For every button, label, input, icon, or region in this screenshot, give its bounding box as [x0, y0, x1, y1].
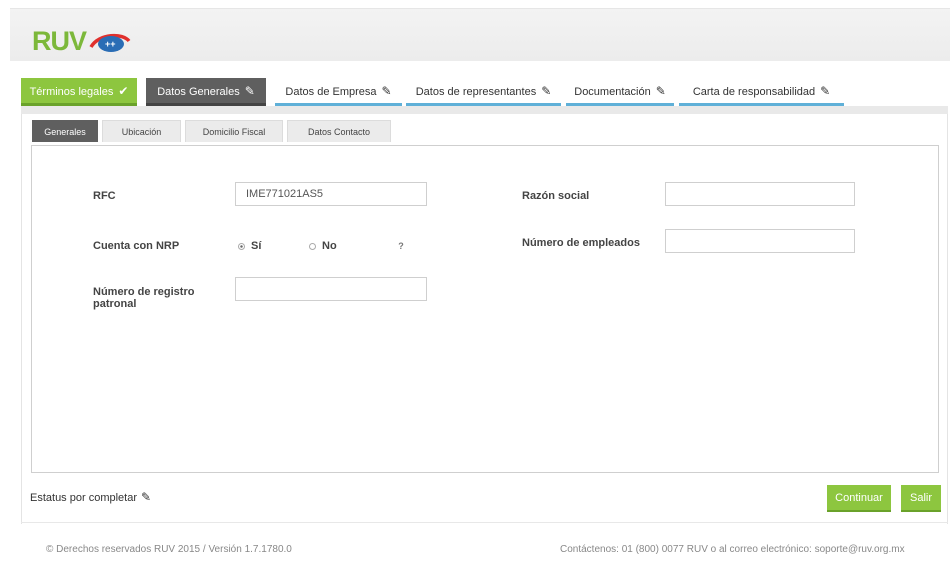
header-bar: RUV ++: [10, 8, 950, 61]
empleados-input[interactable]: [665, 229, 855, 253]
tab-label: Datos de Empresa: [285, 86, 377, 98]
tab-documentacion[interactable]: Documentación ✎: [566, 78, 674, 106]
tab-label: Carta de responsabilidad: [692, 86, 816, 98]
razon-social-label: Razón social: [522, 190, 590, 202]
help-icon[interactable]: ?: [396, 241, 406, 251]
status-text: Estatus por completar ✎: [30, 490, 151, 504]
razon-social-input[interactable]: [665, 182, 855, 206]
tab-label: Términos legales: [29, 86, 114, 98]
status-label: Estatus por completar: [30, 492, 137, 504]
salir-button[interactable]: Salir: [901, 485, 941, 512]
radio-yes[interactable]: [238, 242, 245, 250]
nrp-yes-option[interactable]: Sí: [238, 240, 261, 252]
registro-patronal-input[interactable]: [235, 277, 427, 301]
footer-contact: Contáctenos: 01 (800) 0077 RUV o al corr…: [560, 544, 905, 555]
logo-text: RUV: [32, 26, 87, 56]
pencil-icon: ✎: [381, 84, 392, 98]
tab-terminos-legales[interactable]: Términos legales ✔: [21, 78, 137, 106]
rfc-input[interactable]: [235, 182, 427, 206]
subtab-ubicacion[interactable]: Ubicación: [102, 120, 181, 142]
bottom-divider: [21, 522, 948, 523]
content-panel: Generales Ubicación Domicilio Fiscal Dat…: [21, 114, 948, 524]
radio-no[interactable]: [309, 242, 316, 250]
form-generales: RFC Razón social Cuenta con NRP Sí No ? …: [31, 145, 939, 473]
logo-swoosh-icon: ++: [89, 33, 131, 52]
tab-label: Datos Generales: [157, 86, 240, 98]
tab-datos-empresa[interactable]: Datos de Empresa ✎: [275, 78, 402, 106]
pencil-icon: ✎: [655, 84, 666, 98]
registro-label-line1: Número de registro: [93, 286, 195, 298]
continuar-button[interactable]: Continuar: [827, 485, 891, 512]
tab-datos-representantes[interactable]: Datos de representantes ✎: [406, 78, 561, 106]
pencil-icon: ✎: [141, 490, 152, 504]
nrp-label: Cuenta con NRP: [93, 240, 180, 252]
tab-datos-generales[interactable]: Datos Generales ✎: [146, 78, 266, 106]
rfc-label: RFC: [93, 190, 116, 202]
registro-label-line2: patronal: [93, 298, 137, 310]
nrp-no-label: No: [322, 240, 337, 252]
footer-copyright: © Derechos reservados RUV 2015 / Versión…: [46, 544, 292, 555]
subtab-datos-contacto[interactable]: Datos Contacto: [287, 120, 391, 142]
tab-label: Documentación: [574, 86, 651, 98]
logo-mark-text: ++: [105, 39, 116, 49]
nrp-yes-label: Sí: [251, 240, 262, 252]
tab-carta-responsabilidad[interactable]: Carta de responsabilidad ✎: [679, 78, 844, 106]
registro-patronal-label: Número de registro patronal: [93, 286, 194, 310]
tab-label: Datos de representantes: [415, 86, 537, 98]
pencil-icon: ✎: [820, 84, 831, 98]
tabs-underbar: [21, 106, 948, 114]
subtab-generales[interactable]: Generales: [32, 120, 98, 142]
subtab-domicilio-fiscal[interactable]: Domicilio Fiscal: [185, 120, 283, 142]
check-icon: ✔: [118, 84, 129, 98]
nrp-no-option[interactable]: No: [309, 240, 337, 252]
pencil-icon: ✎: [541, 84, 552, 98]
pencil-icon: ✎: [244, 84, 255, 98]
empleados-label: Número de empleados: [522, 237, 640, 249]
